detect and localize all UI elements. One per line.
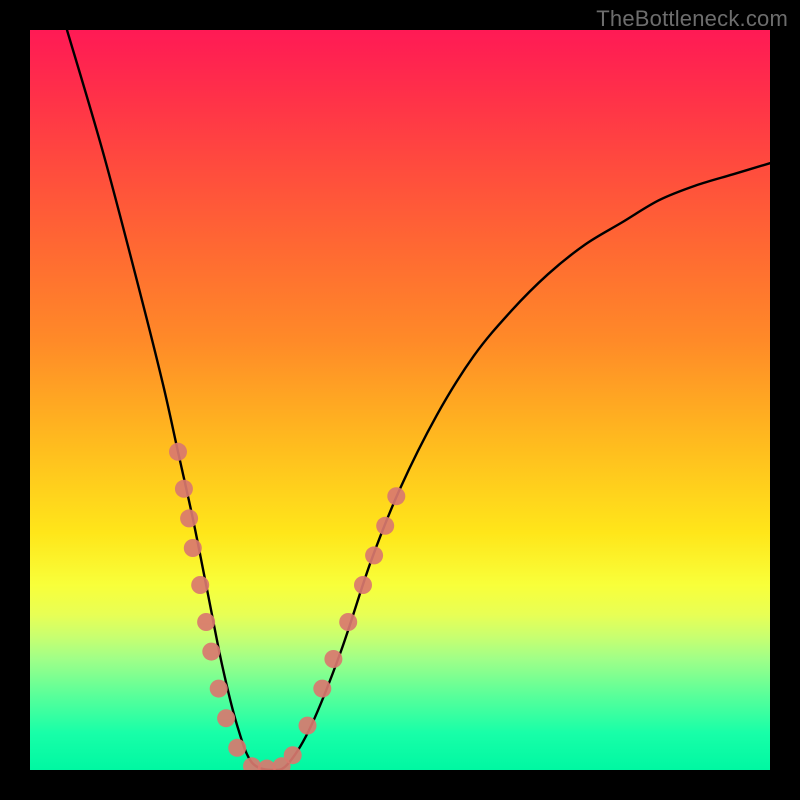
curve-marker <box>202 643 220 661</box>
curve-marker <box>339 613 357 631</box>
curve-marker <box>376 517 394 535</box>
curve-marker <box>228 739 246 757</box>
curve-svg <box>30 30 770 770</box>
curve-marker <box>313 680 331 698</box>
curve-marker <box>284 746 302 764</box>
curve-marker <box>365 546 383 564</box>
curve-marker <box>354 576 372 594</box>
curve-markers <box>169 443 405 770</box>
curve-marker <box>210 680 228 698</box>
bottleneck-curve <box>67 30 770 770</box>
curve-marker <box>258 760 276 770</box>
curve-marker <box>191 576 209 594</box>
curve-marker <box>217 709 235 727</box>
curve-marker <box>387 487 405 505</box>
curve-marker <box>184 539 202 557</box>
curve-marker <box>180 509 198 527</box>
chart-frame: TheBottleneck.com <box>0 0 800 800</box>
curve-marker <box>299 717 317 735</box>
curve-marker <box>175 480 193 498</box>
curve-marker <box>243 757 261 770</box>
curve-marker <box>169 443 187 461</box>
curve-marker <box>324 650 342 668</box>
plot-area <box>30 30 770 770</box>
attribution-label: TheBottleneck.com <box>596 6 788 32</box>
curve-marker <box>273 757 291 770</box>
curve-marker <box>197 613 215 631</box>
